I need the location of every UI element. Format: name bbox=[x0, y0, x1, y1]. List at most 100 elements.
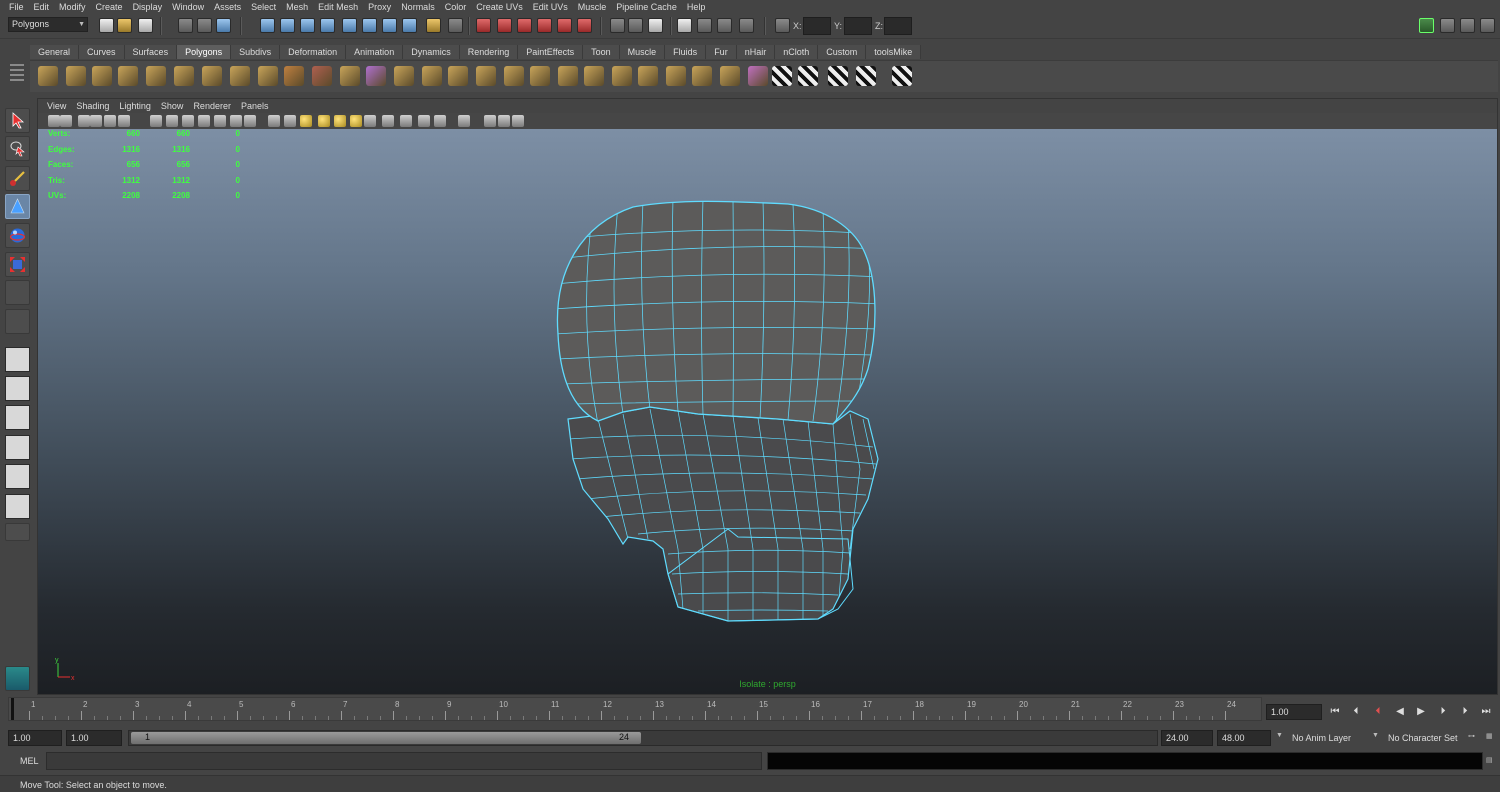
poly-cone-icon[interactable] bbox=[118, 66, 138, 86]
snap-grid-icon[interactable] bbox=[476, 18, 491, 33]
shelf-tab-rendering[interactable]: Rendering bbox=[459, 45, 519, 59]
pick-deformations-icon[interactable] bbox=[362, 18, 377, 33]
play-backward-icon[interactable]: ◀ bbox=[1391, 705, 1409, 719]
menu-file[interactable]: File bbox=[4, 0, 29, 14]
pick-mask-icon[interactable] bbox=[260, 18, 275, 33]
shelf-tab-deformation[interactable]: Deformation bbox=[280, 45, 347, 59]
shelf-tab-toolsmike[interactable]: toolsMike bbox=[866, 45, 922, 59]
go-to-end-icon[interactable]: ⏭ bbox=[1477, 705, 1495, 719]
menu-display[interactable]: Display bbox=[128, 0, 168, 14]
field-chart-icon[interactable] bbox=[214, 115, 226, 127]
anim-prefs-icon[interactable]: ▦ bbox=[1486, 732, 1493, 740]
last-tool-button[interactable] bbox=[5, 309, 30, 334]
menu-modify[interactable]: Modify bbox=[54, 0, 91, 14]
save-scene-icon[interactable] bbox=[138, 18, 153, 33]
playback-end-field[interactable]: 24.00 bbox=[1161, 730, 1213, 746]
menu-muscle[interactable]: Muscle bbox=[573, 0, 612, 14]
gate-mask-icon[interactable] bbox=[198, 115, 210, 127]
range-slider[interactable]: 1 24 bbox=[128, 730, 1158, 746]
panel-menu-panels[interactable]: Panels bbox=[236, 101, 274, 111]
shelf-tab-toon[interactable]: Toon bbox=[583, 45, 620, 59]
select-tool-button[interactable] bbox=[5, 108, 30, 133]
offset-edge-icon[interactable] bbox=[530, 66, 550, 86]
shelf-menu-icon[interactable] bbox=[10, 64, 24, 86]
append-icon[interactable] bbox=[448, 66, 468, 86]
construction-history-icon[interactable] bbox=[648, 18, 663, 33]
snap-live-icon[interactable] bbox=[557, 18, 572, 33]
pick-curves-icon[interactable] bbox=[320, 18, 335, 33]
history-input-icon[interactable] bbox=[610, 18, 625, 33]
perspective-viewport[interactable]: Verts: 660 660 0 Edges: 1316 1316 0 Faces: 656 656… bbox=[38, 129, 1497, 694]
graph-outliner-layout-icon[interactable] bbox=[5, 494, 30, 519]
script-editor-icon[interactable]: ▤ bbox=[1486, 756, 1493, 764]
default-material-icon[interactable] bbox=[318, 115, 330, 127]
rotate-tool-button[interactable] bbox=[5, 223, 30, 248]
poly-pipe-icon[interactable] bbox=[230, 66, 250, 86]
poly-sphere-icon[interactable] bbox=[38, 66, 58, 86]
poly-torus-icon[interactable] bbox=[174, 66, 194, 86]
collapse-icon[interactable] bbox=[720, 66, 740, 86]
four-view-layout-icon[interactable] bbox=[5, 376, 30, 401]
checker-uv-icon[interactable] bbox=[772, 66, 792, 86]
menu-normals[interactable]: Normals bbox=[396, 0, 440, 14]
shelf-tab-polygons[interactable]: Polygons bbox=[177, 45, 232, 59]
image-plane-icon[interactable] bbox=[78, 115, 90, 127]
current-time-field[interactable]: 1.00 bbox=[1266, 704, 1322, 720]
panel-menu-view[interactable]: View bbox=[42, 101, 71, 111]
x-field[interactable] bbox=[803, 17, 831, 35]
xray-icon[interactable] bbox=[484, 115, 496, 127]
transform-field-mode-icon[interactable] bbox=[775, 18, 790, 33]
playback-start-field[interactable]: 1.00 bbox=[66, 730, 122, 746]
film-gate-icon[interactable] bbox=[166, 115, 178, 127]
texture-icon[interactable] bbox=[334, 115, 346, 127]
duplicate-face-icon[interactable] bbox=[666, 66, 686, 86]
more-layouts-button[interactable] bbox=[5, 523, 30, 541]
menu-pipeline-cache[interactable]: Pipeline Cache bbox=[611, 0, 682, 14]
shelf-tab-curves[interactable]: Curves bbox=[79, 45, 125, 59]
wedge-icon[interactable] bbox=[638, 66, 658, 86]
menu-set-dropdown[interactable]: Polygons ▼ bbox=[8, 17, 88, 32]
shelf-tab-fluids[interactable]: Fluids bbox=[665, 45, 707, 59]
step-forward-key-icon[interactable]: ⏵ bbox=[1456, 705, 1474, 719]
bridge-icon[interactable] bbox=[584, 66, 604, 86]
paint-select-tool-button[interactable] bbox=[5, 166, 30, 191]
panel-menu-lighting[interactable]: Lighting bbox=[114, 101, 156, 111]
go-to-start-icon[interactable]: ⏮ bbox=[1326, 705, 1344, 719]
menu-assets[interactable]: Assets bbox=[209, 0, 246, 14]
frame-all-icon[interactable] bbox=[118, 115, 130, 127]
lasso-tool-button[interactable] bbox=[5, 136, 30, 161]
grease-pencil-icon[interactable] bbox=[104, 115, 116, 127]
panel-menu-show[interactable]: Show bbox=[156, 101, 189, 111]
extrude-icon[interactable] bbox=[558, 66, 578, 86]
snap-view-icon[interactable] bbox=[577, 18, 592, 33]
tool-settings-icon[interactable] bbox=[1460, 18, 1475, 33]
open-scene-icon[interactable] bbox=[117, 18, 132, 33]
split-icon[interactable] bbox=[476, 66, 496, 86]
move-tool-button[interactable] bbox=[5, 194, 30, 219]
menu-proxy[interactable]: Proxy bbox=[363, 0, 396, 14]
y-field[interactable] bbox=[844, 17, 872, 35]
step-back-frame-icon[interactable]: ⏴ bbox=[1369, 705, 1387, 719]
poke-icon[interactable] bbox=[612, 66, 632, 86]
help-question-icon[interactable] bbox=[402, 18, 417, 33]
camera-bookmark-icon[interactable] bbox=[60, 115, 72, 127]
camera-attr-icon[interactable] bbox=[48, 115, 60, 127]
render-view-icon[interactable] bbox=[677, 18, 692, 33]
pick-joints-icon[interactable] bbox=[300, 18, 315, 33]
bool-union-icon[interactable] bbox=[394, 66, 414, 86]
shelf-tab-ncloth[interactable]: nCloth bbox=[775, 45, 819, 59]
menu-create[interactable]: Create bbox=[91, 0, 128, 14]
extract-icon[interactable] bbox=[340, 66, 360, 86]
motion-blur-icon[interactable] bbox=[400, 115, 412, 127]
poly-cylinder-icon[interactable] bbox=[92, 66, 112, 86]
two-d-pan-icon[interactable] bbox=[90, 115, 102, 127]
anim-layer-chevron-icon[interactable]: ▼ bbox=[1276, 732, 1283, 739]
select-object-icon[interactable] bbox=[197, 18, 212, 33]
command-language-label[interactable]: MEL bbox=[20, 756, 39, 766]
channel-box-icon[interactable] bbox=[1480, 18, 1495, 33]
scale-tool-button[interactable] bbox=[5, 252, 30, 277]
range-slider-thumb[interactable]: 1 24 bbox=[131, 732, 641, 744]
isolate-select-icon[interactable] bbox=[458, 115, 470, 127]
planar-map-icon[interactable] bbox=[798, 66, 818, 86]
history-output-icon[interactable] bbox=[628, 18, 643, 33]
